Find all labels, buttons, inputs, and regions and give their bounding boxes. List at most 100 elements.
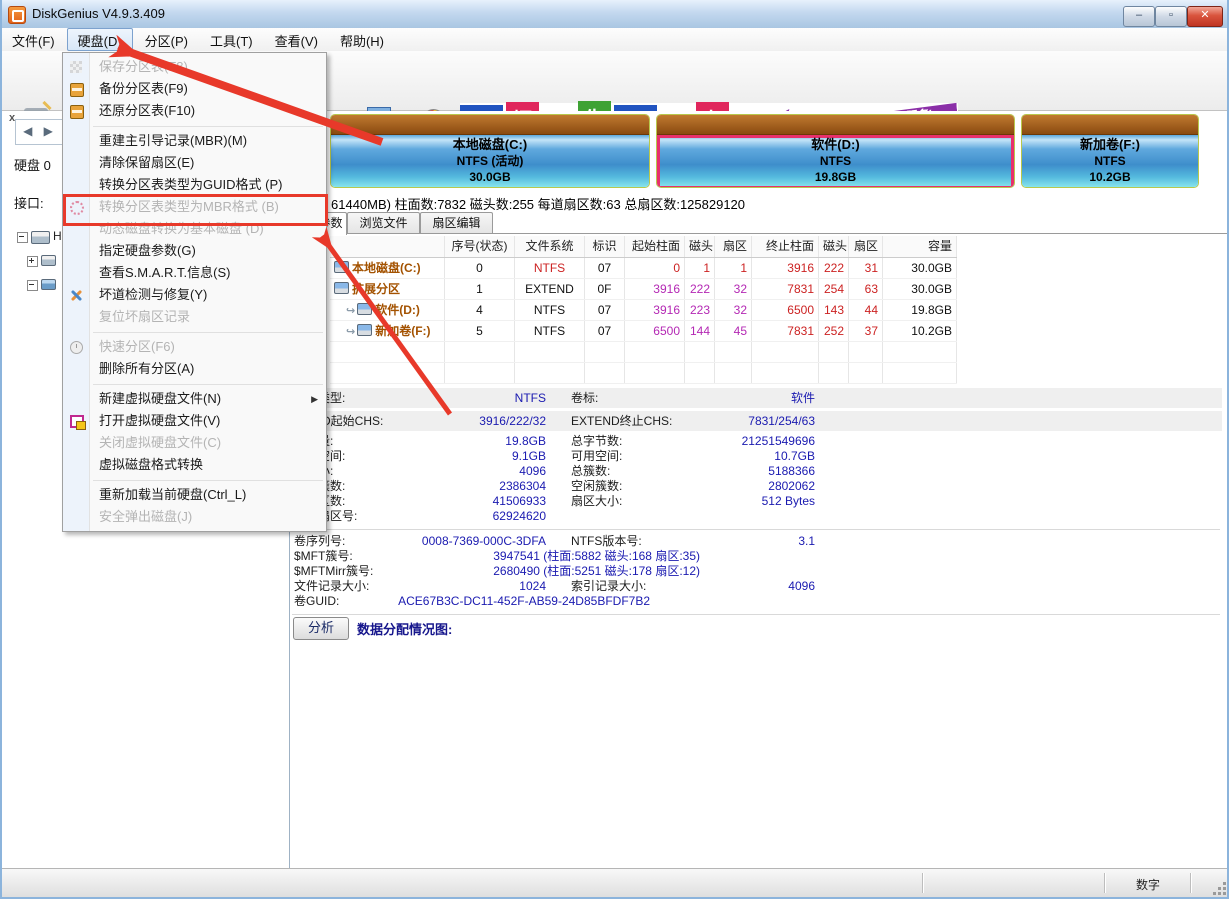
partition-box-0[interactable]: 本地磁盘(C:)NTFS (活动)30.0GB — [330, 114, 650, 188]
sidebar-nav-arrows[interactable]: ◀ ▶ — [15, 119, 65, 145]
vdisk-icon — [70, 415, 84, 428]
menu-item-10[interactable]: 查看S.M.A.R.T.信息(S) — [63, 262, 326, 284]
table-cell: 223 — [685, 300, 715, 320]
partition-row-name: 本地磁盘(C:) — [330, 258, 445, 278]
menu-item-14[interactable]: 快速分区(F6) — [63, 336, 326, 358]
menu-item-20[interactable]: 虚拟磁盘格式转换 — [63, 454, 326, 476]
partition-row-label: 新加卷(F:) — [375, 324, 430, 338]
menu-item-6[interactable]: 转换分区表类型为GUID格式 (P) — [63, 174, 326, 196]
menubar-item-0[interactable]: 文件(F) — [2, 28, 65, 50]
empty-cell — [445, 363, 515, 383]
menu-separator — [63, 476, 326, 484]
menu-item-label: 清除保留扇区(E) — [99, 155, 194, 170]
menu-item-2[interactable]: 还原分区表(F10) — [63, 100, 326, 122]
menubar-item-3[interactable]: 工具(T) — [200, 28, 263, 50]
partition-name: 软件(D:) — [657, 137, 1014, 153]
analyze-button[interactable]: 分析 — [293, 617, 349, 640]
details-v1: 9.1GB — [330, 449, 546, 464]
menu-item-12[interactable]: 复位坏扇区记录 — [63, 306, 326, 328]
menu-item-0[interactable]: 保存分区表(F8) — [63, 56, 326, 78]
empty-cell — [883, 342, 957, 362]
tab-1[interactable]: 浏览文件 — [347, 212, 420, 234]
close-button[interactable]: ✕ — [1187, 6, 1223, 27]
table-cell: 10.2GB — [883, 321, 957, 341]
menubar-item-5[interactable]: 帮助(H) — [330, 28, 394, 50]
partition-details: 系统类型:NTFS卷标:软件EXTEND起始CHS:3916/222/32EXT… — [292, 388, 1222, 619]
blank-icon — [69, 436, 83, 450]
hdd-dropdown-menu: 保存分区表(F8) 备份分区表(F9)还原分区表(F10) 重建主引导记录(MBR)… — [62, 52, 327, 532]
maximize-button[interactable]: ▫ — [1155, 6, 1187, 27]
minimize-button[interactable]: – — [1123, 6, 1155, 27]
table-cell: 63 — [849, 279, 883, 299]
table-cell: 44 — [849, 300, 883, 320]
blank-icon — [69, 510, 83, 524]
menu-item-1[interactable]: 备份分区表(F9) — [63, 78, 326, 100]
tab-baseline — [292, 233, 1229, 234]
partition-row-label: 软件(D:) — [375, 303, 420, 317]
pencil-icon — [69, 134, 83, 148]
table-row[interactable]: ↪新加卷(F:)5NTFS0765001444578312523710.2GB — [330, 321, 957, 342]
menu-item-19[interactable]: 关闭虚拟硬盘文件(C) — [63, 432, 326, 454]
menu-item-label: 保存分区表(F8) — [99, 59, 188, 74]
collapse-icon[interactable] — [27, 280, 38, 291]
menu-item-17[interactable]: 新建虚拟硬盘文件(N)▶ — [63, 388, 326, 410]
menu-item-9[interactable]: 指定硬盘参数(G) — [63, 240, 326, 262]
collapse-icon[interactable] — [17, 232, 28, 243]
menu-item-5[interactable]: 清除保留扇区(E) — [63, 152, 326, 174]
details-v1: 3947541 (柱面:5882 磁头:168 扇区:35) — [330, 549, 700, 564]
table-cell: 1 — [685, 258, 715, 278]
resize-grip[interactable] — [1223, 892, 1226, 895]
menu-item-23[interactable]: 安全弹出磁盘(J) — [63, 506, 326, 528]
menubar-item-4[interactable]: 查看(V) — [265, 28, 328, 50]
menu-item-22[interactable]: 重新加载当前硬盘(Ctrl_L) — [63, 484, 326, 506]
partition-box-2[interactable]: 新加卷(F:)NTFS10.2GB — [1021, 114, 1199, 188]
menu-item-4[interactable]: 重建主引导记录(MBR)(M) — [63, 130, 326, 152]
details-row: $MFT簇号:3947541 (柱面:5882 磁头:168 扇区:35) — [292, 549, 1222, 564]
sidebar-disk-label: 硬盘 0 — [14, 155, 51, 174]
blank-icon — [69, 310, 83, 324]
table-header-4: 磁头 — [685, 236, 715, 257]
partition-size: 19.8GB — [657, 169, 1014, 185]
menu-item-15[interactable]: 删除所有分区(A) — [63, 358, 326, 380]
partition-name: 新加卷(F:) — [1022, 137, 1198, 153]
tree-node-label: H — [53, 229, 62, 243]
partition-row-icon — [357, 303, 372, 315]
table-cell: 252 — [819, 321, 849, 341]
tab-2[interactable]: 扇区编辑 — [420, 212, 493, 234]
table-cell: 6500 — [625, 321, 685, 341]
table-header-1: 文件系统 — [515, 236, 585, 257]
status-num-lock: 数字 — [1110, 876, 1186, 893]
details-row: 文件记录大小:1024索引记录大小:4096 — [292, 579, 1222, 594]
partition-row-name: ↪新加卷(F:) — [330, 321, 445, 341]
menubar-item-2[interactable]: 分区(P) — [135, 28, 198, 50]
details-row: 已用空间:9.1GB可用空间:10.7GB — [292, 449, 1222, 464]
table-header-3: 起始柱面 — [625, 236, 685, 257]
details-v1: 1024 — [330, 579, 546, 594]
table-cell: NTFS — [515, 258, 585, 278]
table-row[interactable]: 本地磁盘(C:)0NTFS0701139162223130.0GB — [330, 258, 957, 279]
details-row: 已用簇数:2386304空闲簇数:2802062 — [292, 479, 1222, 494]
expand-icon[interactable] — [27, 256, 38, 267]
menu-item-11[interactable]: 坏道检测与修复(Y) — [63, 284, 326, 306]
empty-cell — [715, 342, 752, 362]
table-row[interactable]: ↪软件(D:)4NTFS0739162233265001434419.8GB — [330, 300, 957, 321]
details-rule — [292, 529, 1220, 530]
partition-box-1[interactable]: 软件(D:)NTFS19.8GB — [656, 114, 1015, 188]
table-cell: 0 — [625, 258, 685, 278]
table-header-5: 扇区 — [715, 236, 752, 257]
table-cell: 32 — [715, 300, 752, 320]
menubar-item-1[interactable]: 硬盘(D) — [67, 28, 133, 51]
menu-item-label: 打开虚拟硬盘文件(V) — [99, 413, 220, 428]
disk-info-line: 61440MB) 柱面数:7832 磁头数:255 每道扇区数:63 总扇区数:… — [331, 194, 745, 213]
details-l2: 卷标: — [571, 388, 598, 408]
menu-item-label: 删除所有分区(A) — [99, 361, 194, 376]
details-row: 起始扇区号:62924620 — [292, 509, 1222, 524]
table-row[interactable]: 扩展分区1EXTEND0F39162223278312546330.0GB — [330, 279, 957, 300]
disk-icon — [31, 231, 50, 244]
table-cell: 31 — [849, 258, 883, 278]
details-v2: 4096 — [600, 579, 815, 594]
table-cell: 254 — [819, 279, 849, 299]
table-cell: 222 — [685, 279, 715, 299]
table-cell: 3916 — [752, 258, 819, 278]
menu-item-18[interactable]: 打开虚拟硬盘文件(V) — [63, 410, 326, 432]
